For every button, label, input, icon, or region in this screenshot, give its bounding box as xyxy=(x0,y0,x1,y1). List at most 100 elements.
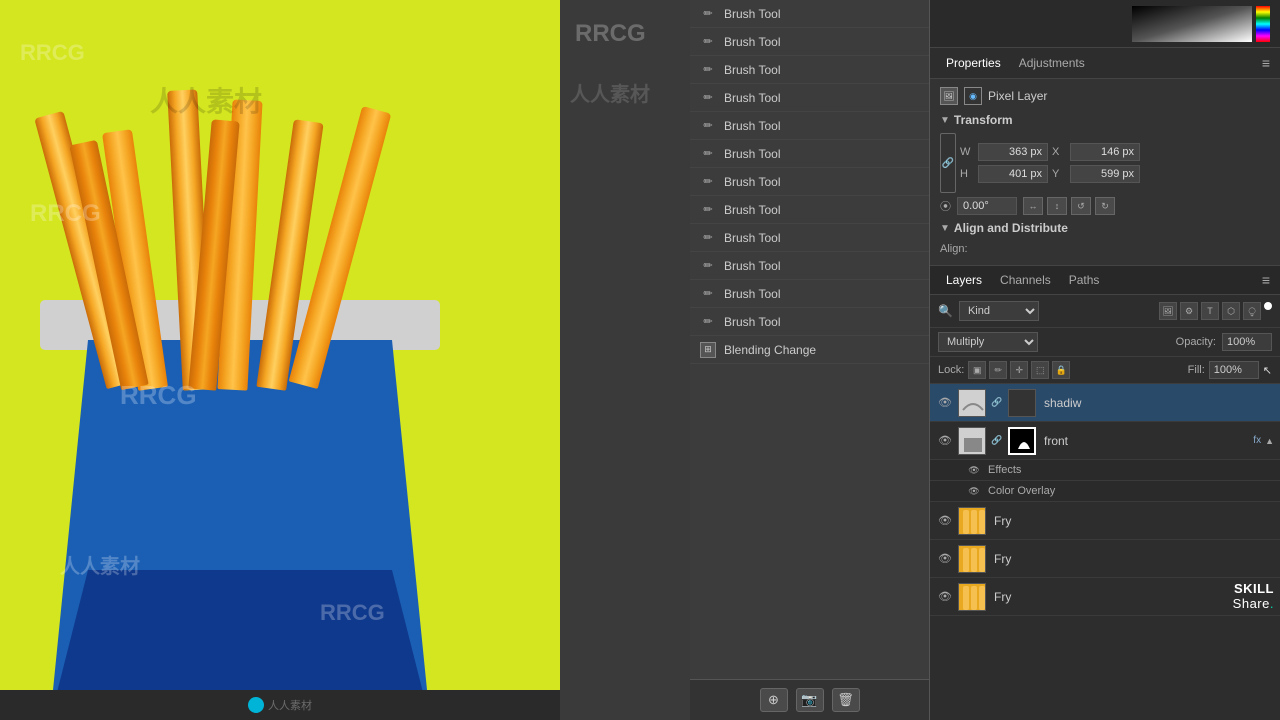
filter-shape-icon[interactable]: ⬡ xyxy=(1222,302,1240,320)
camera-add-button[interactable]: ⊕ xyxy=(760,688,788,712)
filter-icons: 🖼 ⚙ T ⬡ ⧬ xyxy=(1159,302,1272,320)
visibility-fry3[interactable]: 👁 xyxy=(936,588,954,606)
properties-header: Properties Adjustments ≡ xyxy=(930,48,1280,79)
layer-row-shadow[interactable]: 👁 🔗 shadiw xyxy=(930,384,1280,422)
blend-mode-select[interactable]: Multiply xyxy=(938,332,1038,352)
history-item-1[interactable]: ✏ Brush Tool xyxy=(690,0,929,28)
layer-expand-front[interactable]: ▲ xyxy=(1265,436,1274,446)
transform-wx-row: 🔗 W H X xyxy=(940,133,1270,193)
link-front: 🔗 xyxy=(990,434,1004,448)
trash-button[interactable]: 🗑 xyxy=(832,688,860,712)
brush-icon-4: ✏ xyxy=(700,90,716,106)
xy-fields: X Y xyxy=(1052,143,1140,183)
color-gradient-picker[interactable] xyxy=(1132,6,1252,42)
camera-button[interactable]: 📷 xyxy=(796,688,824,712)
tab-channels[interactable]: Channels xyxy=(994,271,1057,289)
opacity-input[interactable] xyxy=(1222,333,1272,351)
properties-content: 🖼 ◉ Pixel Layer ▼ Transform 🔗 W H xyxy=(930,79,1280,265)
history-label-10: Brush Tool xyxy=(724,259,780,273)
layer-name-fry3: Fry xyxy=(990,590,1229,604)
effects-group: 👁 Effects xyxy=(930,460,1280,481)
middle-watermark: RRCG xyxy=(560,0,690,68)
history-item-8[interactable]: ✏ Brush Tool xyxy=(690,196,929,224)
blending-icon: ⊞ xyxy=(700,342,716,358)
canvas-area: RRCG 人人素材 RRCG RRCG 人人素材 RRCG 人人素材 xyxy=(0,0,560,720)
filter-pixel-icon[interactable]: 🖼 xyxy=(1159,302,1177,320)
layers-kind-select[interactable]: Kind xyxy=(959,301,1039,321)
history-item-3[interactable]: ✏ Brush Tool xyxy=(690,56,929,84)
filter-type-icon[interactable]: T xyxy=(1201,302,1219,320)
filter-smart-icon[interactable]: ⧬ xyxy=(1243,302,1261,320)
fill-input[interactable] xyxy=(1209,361,1259,379)
tab-layers[interactable]: Layers xyxy=(940,271,988,289)
history-item-6[interactable]: ✏ Brush Tool xyxy=(690,140,929,168)
history-item-12[interactable]: ✏ Brush Tool xyxy=(690,308,929,336)
share-text: Share. xyxy=(1233,597,1274,611)
history-toolbar: ⊕ 📷 🗑 xyxy=(690,679,929,720)
w-input[interactable] xyxy=(978,143,1048,161)
lock-artboard-icon[interactable]: ⬚ xyxy=(1031,361,1049,379)
lock-move-icon[interactable]: ✛ xyxy=(1010,361,1028,379)
right-panels: Properties Adjustments ≡ 🖼 ◉ Pixel Layer… xyxy=(930,0,1280,720)
lock-checkerboard-icon[interactable]: ▣ xyxy=(968,361,986,379)
filter-dot xyxy=(1264,302,1272,310)
fill-label: Fill: xyxy=(1188,364,1205,376)
history-label-1: Brush Tool xyxy=(724,7,780,21)
history-label-5: Brush Tool xyxy=(724,119,780,133)
history-item-9[interactable]: ✏ Brush Tool xyxy=(690,224,929,252)
lock-brush-icon[interactable]: ✏ xyxy=(989,361,1007,379)
tab-properties[interactable]: Properties xyxy=(940,54,1007,72)
flip-horizontal-button[interactable]: ↔ xyxy=(1023,197,1043,215)
lock-all-icon[interactable]: 🔒 xyxy=(1052,361,1070,379)
align-controls: Align: xyxy=(940,241,1270,257)
pixel-layer-icon: 🖼 xyxy=(940,87,958,105)
history-list: ✏ Brush Tool ✏ Brush Tool ✏ Brush Tool ✏… xyxy=(690,0,929,679)
transform-toggle[interactable]: ▼ xyxy=(940,115,950,126)
history-label-2: Brush Tool xyxy=(724,35,780,49)
layer-row-fry1[interactable]: 👁 Fry xyxy=(930,502,1280,540)
effects-visibility[interactable]: 👁 xyxy=(966,462,982,478)
blending-change-item[interactable]: ⊞ Blending Change xyxy=(690,336,929,364)
history-item-4[interactable]: ✏ Brush Tool xyxy=(690,84,929,112)
history-item-10[interactable]: ✏ Brush Tool xyxy=(690,252,929,280)
y-label: Y xyxy=(1052,168,1066,180)
link-wh-icon[interactable]: 🔗 xyxy=(940,133,956,193)
cursor-indicator: ↖ xyxy=(1263,364,1272,377)
filter-adjustment-icon[interactable]: ⚙ xyxy=(1180,302,1198,320)
properties-panel: Properties Adjustments ≡ 🖼 ◉ Pixel Layer… xyxy=(930,48,1280,266)
layer-thumb-front xyxy=(958,427,986,455)
layer-list: 👁 🔗 shadiw 👁 🔗 front fx xyxy=(930,384,1280,720)
history-item-11[interactable]: ✏ Brush Tool xyxy=(690,280,929,308)
tab-adjustments[interactable]: Adjustments xyxy=(1013,54,1091,72)
history-item-7[interactable]: ✏ Brush Tool xyxy=(690,168,929,196)
layers-menu-button[interactable]: ≡ xyxy=(1262,272,1270,288)
history-item-2[interactable]: ✏ Brush Tool xyxy=(690,28,929,56)
history-item-5[interactable]: ✏ Brush Tool xyxy=(690,112,929,140)
color-overlay-visibility[interactable]: 👁 xyxy=(966,483,982,499)
y-input[interactable] xyxy=(1070,165,1140,183)
rotation-input[interactable] xyxy=(957,197,1017,215)
visibility-front[interactable]: 👁 xyxy=(936,432,954,450)
rotation-icon: ⦿ xyxy=(940,198,951,214)
align-toggle[interactable]: ▼ xyxy=(940,223,950,234)
history-label-8: Brush Tool xyxy=(724,203,780,217)
transform-more-button[interactable]: ↻ xyxy=(1095,197,1115,215)
h-input[interactable] xyxy=(978,165,1048,183)
visibility-shadow[interactable]: 👁 xyxy=(936,394,954,412)
properties-menu-button[interactable]: ≡ xyxy=(1262,55,1270,71)
layer-name-fry2: Fry xyxy=(990,552,1274,566)
rotate-button[interactable]: ↺ xyxy=(1071,197,1091,215)
layers-panel: Layers Channels Paths ≡ 🔍 Kind 🖼 ⚙ T ⬡ ⧬… xyxy=(930,266,1280,720)
visibility-fry2[interactable]: 👁 xyxy=(936,550,954,568)
visibility-fry1[interactable]: 👁 xyxy=(936,512,954,530)
color-overlay-row[interactable]: 👁 Color Overlay xyxy=(930,481,1280,502)
layer-fx-badge[interactable]: fx xyxy=(1253,435,1261,446)
layer-row-fry2[interactable]: 👁 Fry xyxy=(930,540,1280,578)
flip-vertical-button[interactable]: ↕ xyxy=(1047,197,1067,215)
x-input[interactable] xyxy=(1070,143,1140,161)
tab-paths[interactable]: Paths xyxy=(1063,271,1106,289)
layer-row-fry3[interactable]: 👁 Fry SKILL Share. xyxy=(930,578,1280,616)
align-label: Align: xyxy=(940,243,968,255)
layer-row-front[interactable]: 👁 🔗 front fx ▲ xyxy=(930,422,1280,460)
color-rainbow-slider[interactable] xyxy=(1256,6,1270,42)
